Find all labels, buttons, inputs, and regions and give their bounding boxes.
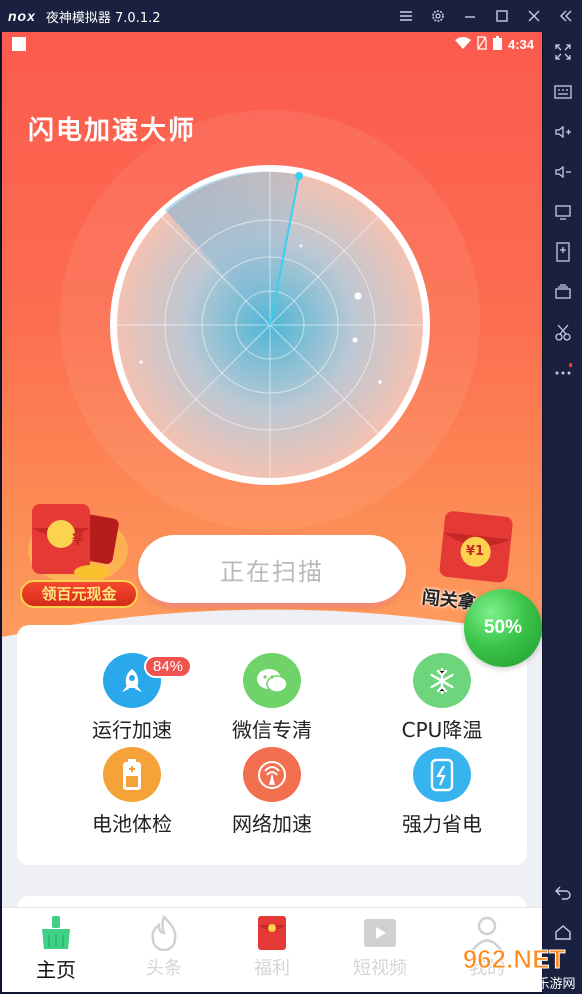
tool-run-boost[interactable]: 84% 运行加速: [72, 653, 193, 743]
flame-icon: [145, 914, 183, 952]
boost-badge: 84%: [144, 655, 193, 678]
tool-label: 网络加速: [232, 812, 312, 836]
wifi-icon: [454, 37, 471, 52]
tool-label: 强力省电: [402, 812, 482, 836]
volume-up-icon[interactable]: [553, 122, 573, 142]
phone-screen: 4:34 闪电加速大师 ¥ 领百元现金 正在扫描 ¥1 闯关拿 84% 运行加速…: [2, 32, 542, 992]
minimize-icon[interactable]: [462, 8, 478, 24]
tool-label: CPU降温: [401, 718, 483, 742]
emulator-titlebar: nox 夜神模拟器 7.0.1.2: [0, 0, 582, 32]
screen-icon[interactable]: [553, 202, 573, 222]
tool-power-save[interactable]: 强力省电: [382, 747, 502, 837]
scan-button[interactable]: 正在扫描: [138, 535, 406, 607]
snowflake-icon: [413, 653, 471, 708]
video-icon: [361, 914, 399, 952]
nav-short-video[interactable]: 短视频: [335, 914, 425, 984]
tool-cpu-cool[interactable]: CPU降温: [382, 653, 502, 743]
nav-label: 头条: [146, 958, 182, 979]
collapse-icon[interactable]: [558, 8, 574, 24]
nav-welfare[interactable]: 福利: [227, 914, 317, 984]
more-icon[interactable]: [553, 362, 573, 382]
battery-icon: [103, 747, 161, 802]
level-amount: ¥1: [466, 544, 485, 559]
home-icon[interactable]: [553, 922, 573, 942]
nav-home[interactable]: 主页: [11, 914, 101, 984]
tool-network-boost[interactable]: 网络加速: [212, 747, 332, 837]
maximize-icon[interactable]: [494, 8, 510, 24]
close-icon[interactable]: [526, 8, 542, 24]
back-icon[interactable]: [553, 882, 573, 902]
cash-promo-label: 领百元现金: [20, 580, 138, 608]
wechat-icon: [243, 653, 301, 708]
battery-status-icon: [492, 36, 502, 53]
power-save-icon: [413, 747, 471, 802]
nav-label: 福利: [254, 958, 290, 979]
memory-ball[interactable]: 50%: [464, 589, 542, 667]
settings-icon[interactable]: [430, 8, 446, 24]
svg-text:962.NET: 962.NET: [463, 944, 566, 974]
no-sim-icon: [477, 36, 487, 53]
network-icon: [243, 747, 301, 802]
fullscreen-icon[interactable]: [553, 42, 573, 62]
notification-icon: [12, 37, 26, 51]
red-packet-icon: [253, 914, 291, 952]
nox-logo: nox: [8, 8, 36, 24]
tool-label: 微信专清: [232, 718, 312, 742]
tool-label: 运行加速: [92, 718, 172, 742]
tool-battery-check[interactable]: 电池体检: [72, 747, 192, 837]
tool-wechat-clean[interactable]: 微信专清: [212, 653, 332, 743]
broom-icon: [37, 914, 75, 952]
app-title: 闪电加速大师: [28, 116, 197, 146]
cash-currency: ¥: [72, 530, 84, 549]
menu-icon[interactable]: [398, 8, 414, 24]
status-time: 4:34: [507, 37, 534, 52]
scissors-icon[interactable]: [553, 322, 573, 342]
apk-install-icon[interactable]: [553, 242, 573, 262]
nav-label: 短视频: [353, 958, 407, 979]
status-bar: 4:34: [2, 32, 542, 58]
multi-instance-icon[interactable]: [553, 282, 573, 302]
keyboard-icon[interactable]: [553, 82, 573, 102]
nav-label: 主页: [36, 958, 76, 982]
tool-label: 电池体检: [92, 812, 172, 836]
tools-card: 84% 运行加速 微信专清 CPU降温 电池体检 网络加速 强力省电: [17, 625, 527, 865]
window-title: 夜神模拟器 7.0.1.2: [45, 10, 161, 26]
emulator-sidebar: [543, 32, 582, 994]
svg-text:乐游网: 乐游网: [536, 977, 575, 992]
volume-down-icon[interactable]: [553, 162, 573, 182]
radar-scanner: [105, 160, 435, 490]
site-watermark: 962.NET 乐游网: [446, 942, 582, 994]
nav-headlines[interactable]: 头条: [119, 914, 209, 984]
cash-promo[interactable]: ¥ 领百元现金: [20, 498, 140, 608]
